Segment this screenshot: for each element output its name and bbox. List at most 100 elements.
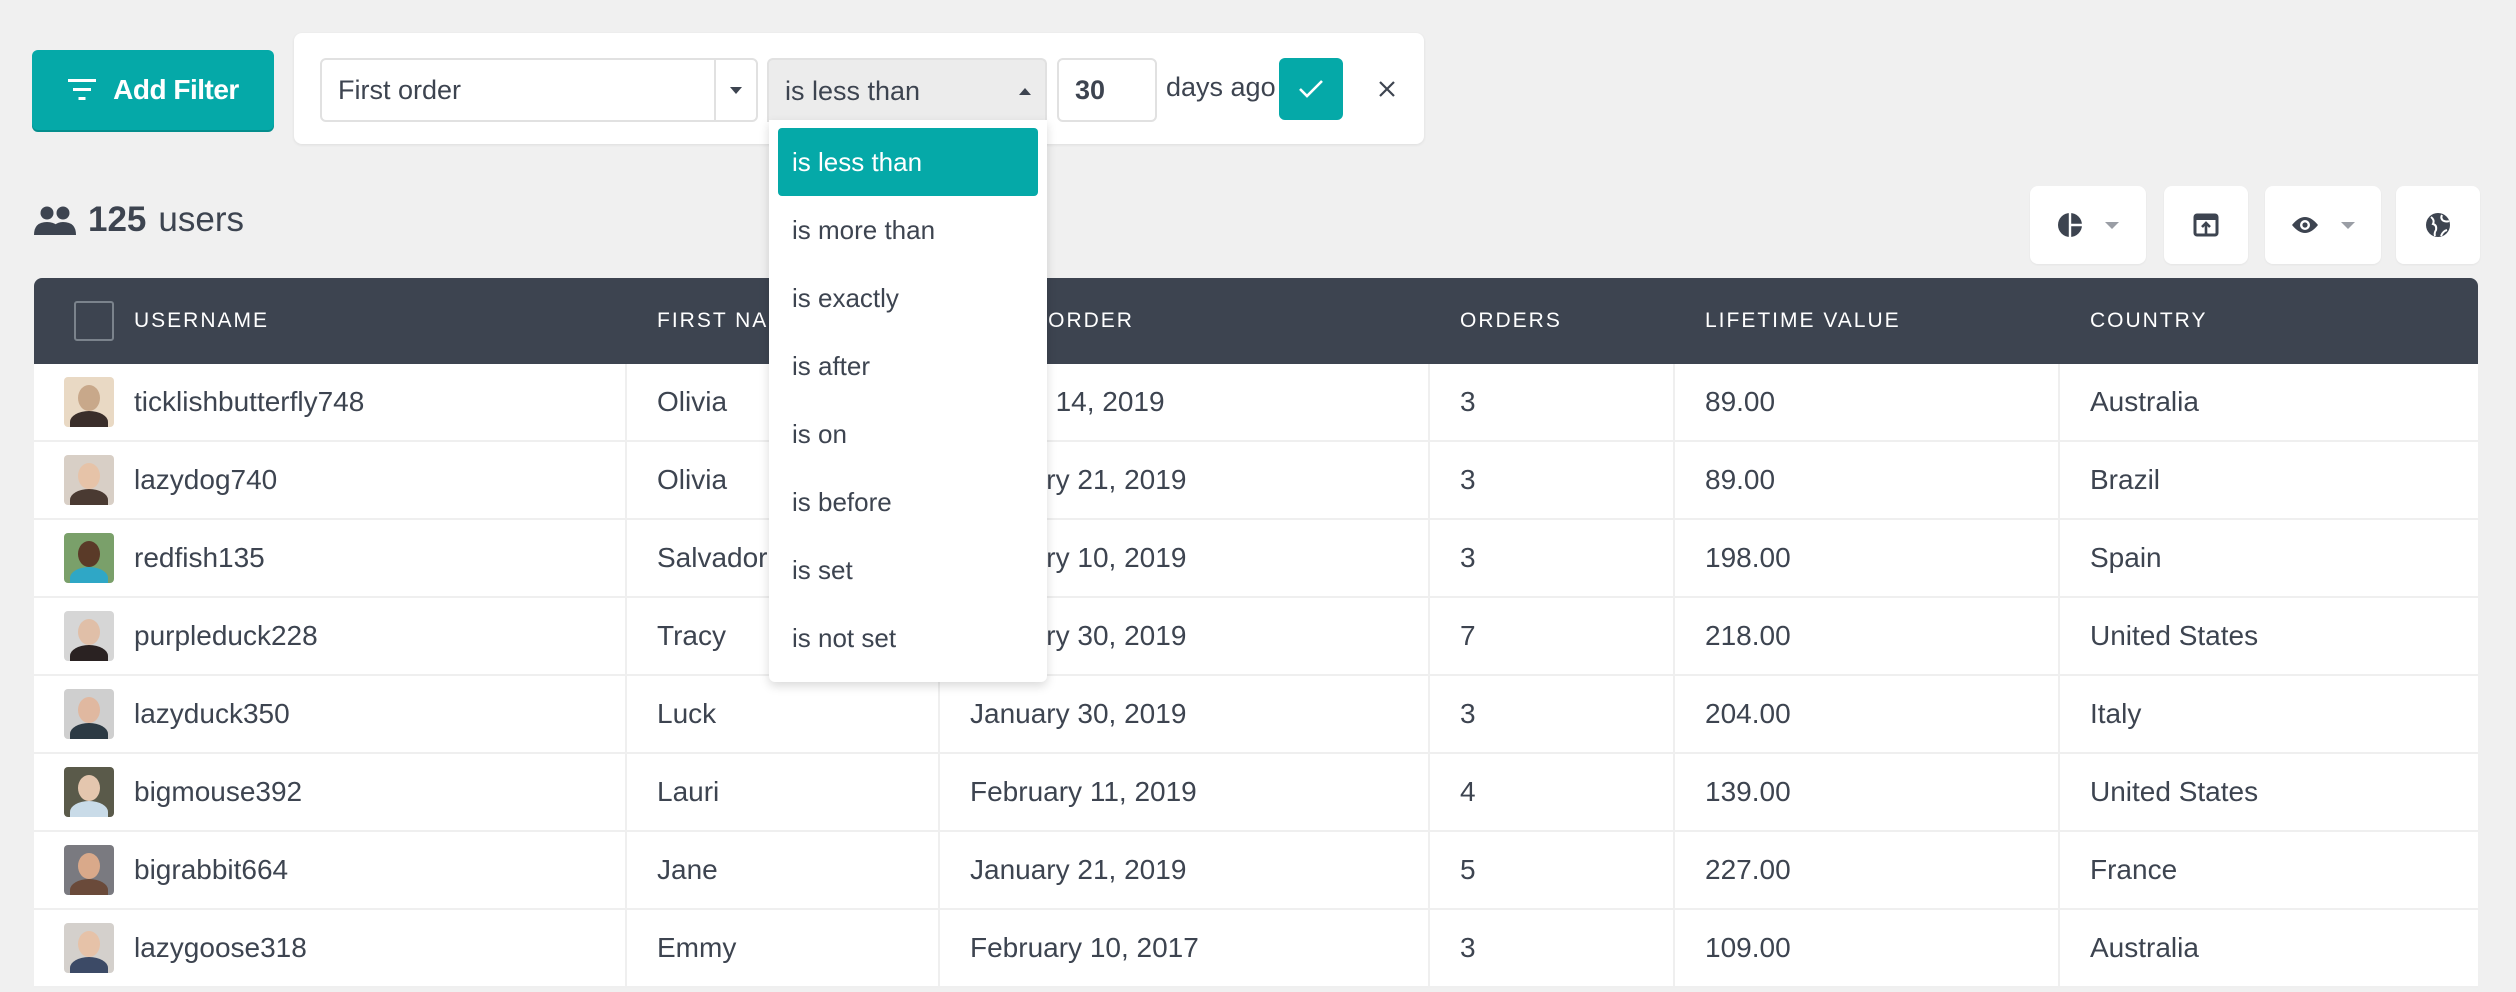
cell-orders: 4 (1430, 754, 1675, 830)
globe-button[interactable] (2396, 186, 2480, 264)
operator-option[interactable]: is less than (778, 128, 1038, 196)
country-text: United States (2090, 776, 2259, 807)
cell-orders: 3 (1430, 520, 1675, 596)
operator-option[interactable]: is not set (778, 604, 1038, 672)
column-header-orders[interactable]: ORDERS (1430, 278, 1675, 364)
country-text: France (2090, 854, 2178, 885)
username-text[interactable]: bigrabbit664 (134, 854, 288, 886)
lifetime-value-text: 89.00 (1705, 464, 1776, 495)
lifetime-value-text: 89.00 (1705, 386, 1776, 417)
column-header-lifetime-value[interactable]: LIFETIME VALUE (1675, 278, 2060, 364)
cell-username: purpleduck228 (34, 598, 627, 674)
avatar (64, 923, 114, 973)
username-text[interactable]: lazygoose318 (134, 932, 307, 964)
cell-username: bigrabbit664 (34, 832, 627, 908)
first-name-text: Olivia (657, 386, 728, 417)
username-text[interactable]: redfish135 (134, 542, 265, 574)
cell-country: Australia (2060, 910, 2478, 986)
operator-option[interactable]: is more than (778, 196, 1038, 264)
cell-first-name: Emmy (627, 910, 940, 986)
globe-icon (2426, 213, 2450, 237)
cell-first-name: Luck (627, 676, 940, 752)
username-text[interactable]: ticklishbutterfly748 (134, 386, 364, 418)
caret-up-icon (1019, 87, 1031, 95)
table-row[interactable]: lazygoose318 Emmy February 10, 2017 3 10… (34, 910, 2478, 988)
table-row[interactable]: redfish135 Salvador January 10, 2019 3 1… (34, 520, 2478, 598)
operator-option-label: is exactly (792, 282, 899, 313)
filter-field-dropdown-toggle[interactable] (714, 60, 756, 120)
export-button[interactable] (2164, 186, 2248, 264)
checkmark-icon (1299, 80, 1323, 98)
cell-lifetime-value: 218.00 (1675, 598, 2060, 674)
avatar (64, 845, 114, 895)
country-text: United States (2090, 620, 2259, 651)
operator-option[interactable]: is after (778, 332, 1038, 400)
lifetime-value-text: 218.00 (1705, 620, 1791, 651)
operator-option[interactable]: is exactly (778, 264, 1038, 332)
cell-orders: 3 (1430, 364, 1675, 440)
cell-orders: 7 (1430, 598, 1675, 674)
visibility-menu-button[interactable] (2265, 186, 2381, 264)
remove-filter-button[interactable] (1370, 72, 1404, 106)
username-text[interactable]: lazyduck350 (134, 698, 290, 730)
column-header-country[interactable]: COUNTRY (2060, 278, 2478, 364)
select-all-checkbox[interactable] (74, 301, 114, 341)
operator-option-label: is less than (792, 146, 923, 177)
operator-option-label: is more than (792, 214, 936, 245)
country-text: Australia (2090, 386, 2199, 417)
apply-filter-button[interactable] (1279, 58, 1343, 120)
filter-operator-select[interactable]: is less than (767, 58, 1047, 122)
chart-menu-button[interactable] (2030, 186, 2146, 264)
add-filter-button[interactable]: Add Filter (32, 50, 274, 130)
operator-option[interactable]: is before (778, 468, 1038, 536)
table-body: ticklishbutterfly748 Olivia March 14, 20… (34, 364, 2478, 988)
username-text[interactable]: purpleduck228 (134, 620, 318, 652)
close-icon (1379, 81, 1395, 97)
cell-username: lazydog740 (34, 442, 627, 518)
cell-country: Italy (2060, 676, 2478, 752)
cell-lifetime-value: 227.00 (1675, 832, 2060, 908)
cell-username: lazyduck350 (34, 676, 627, 752)
table-row[interactable]: bigrabbit664 Jane January 21, 2019 5 227… (34, 832, 2478, 910)
orders-text: 3 (1460, 464, 1476, 495)
cell-orders: 5 (1430, 832, 1675, 908)
filter-operator-dropdown-toggle[interactable] (1005, 87, 1045, 95)
filter-amount-input[interactable] (1057, 58, 1157, 122)
column-header-username[interactable]: USERNAME (34, 278, 627, 364)
first-name-text: Salvador (657, 542, 768, 573)
operator-option[interactable]: is on (778, 400, 1038, 468)
cell-orders: 3 (1430, 910, 1675, 986)
country-text: Australia (2090, 932, 2199, 963)
cell-country: United States (2060, 598, 2478, 674)
export-icon (2193, 213, 2219, 237)
cell-country: France (2060, 832, 2478, 908)
cell-lifetime-value: 89.00 (1675, 442, 2060, 518)
cell-country: Brazil (2060, 442, 2478, 518)
cell-first-name: Lauri (627, 754, 940, 830)
column-header-label: USERNAME (134, 309, 270, 332)
first-order-text: January 30, 2019 (970, 698, 1187, 729)
table-row[interactable]: lazyduck350 Luck January 30, 2019 3 204.… (34, 676, 2478, 754)
country-text: Brazil (2090, 464, 2161, 495)
cell-username: bigmouse392 (34, 754, 627, 830)
orders-text: 3 (1460, 542, 1476, 573)
first-order-text: January 21, 2019 (970, 854, 1187, 885)
table-row[interactable]: ticklishbutterfly748 Olivia March 14, 20… (34, 364, 2478, 442)
column-header-label: COUNTRY (2090, 309, 2208, 332)
lifetime-value-text: 198.00 (1705, 542, 1791, 573)
username-text[interactable]: bigmouse392 (134, 776, 302, 808)
username-text[interactable]: lazydog740 (134, 464, 277, 496)
table-row[interactable]: bigmouse392 Lauri February 11, 2019 4 13… (34, 754, 2478, 832)
table-row[interactable]: purpleduck228 Tracy January 30, 2019 7 2… (34, 598, 2478, 676)
users-count: 125 users (34, 200, 244, 240)
filter-field-select[interactable]: First order (320, 58, 758, 122)
orders-text: 5 (1460, 854, 1476, 885)
operator-dropdown-menu: is less than is more than is exactly is … (769, 120, 1047, 682)
operator-option[interactable]: is set (778, 536, 1038, 604)
pie-chart-icon (2058, 213, 2082, 237)
cell-first-order: February 11, 2019 (940, 754, 1430, 830)
users-count-label: users (158, 200, 244, 239)
first-name-text: Tracy (657, 620, 726, 651)
first-name-text: Emmy (657, 932, 737, 963)
table-row[interactable]: lazydog740 Olivia January 21, 2019 3 89.… (34, 442, 2478, 520)
